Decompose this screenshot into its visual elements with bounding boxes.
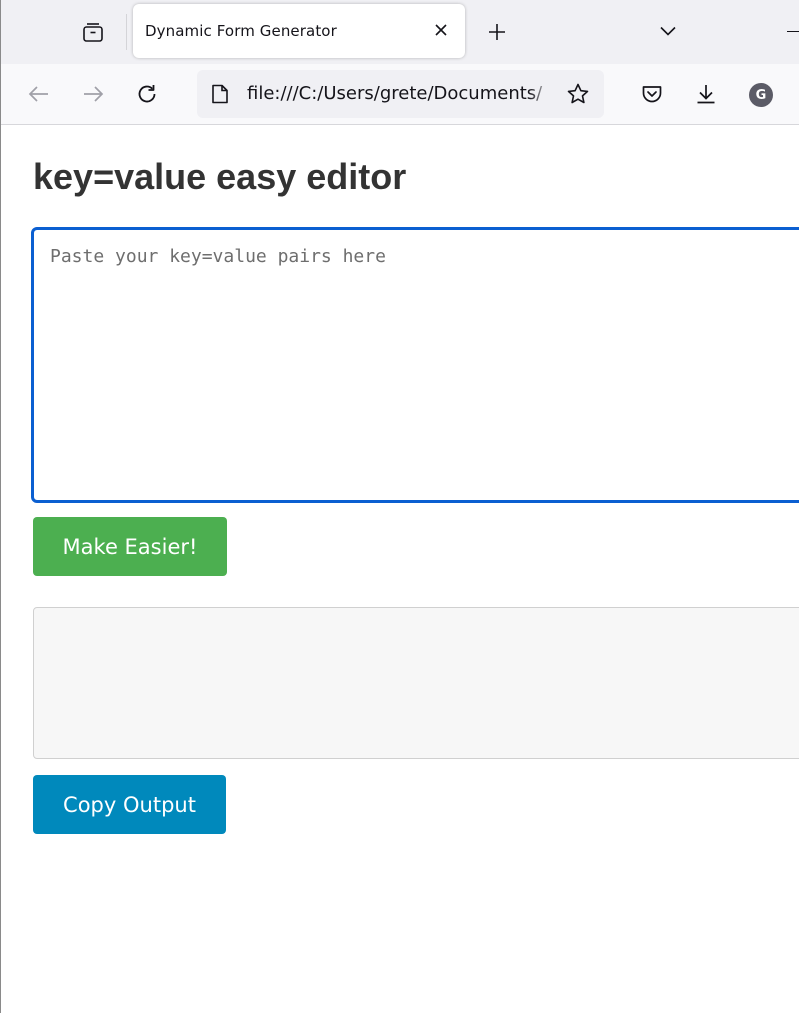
make-easier-button[interactable]: Make Easier! <box>33 517 227 576</box>
page-title: key=value easy editor <box>33 156 407 197</box>
key-value-input[interactable] <box>31 227 799 503</box>
reload-icon[interactable] <box>133 80 161 108</box>
tab-title: Dynamic Form Generator <box>145 22 337 40</box>
avatar[interactable]: G <box>749 83 773 107</box>
page-content: key=value easy editor Make Easier! Copy … <box>1 125 799 1013</box>
page-icon <box>209 83 231 105</box>
tab-strip: Dynamic Form Generator <box>1 0 799 64</box>
copy-output-button[interactable]: Copy Output <box>33 775 226 834</box>
url-text[interactable]: file:///C:/Users/grete/Documents/ <box>247 83 553 104</box>
tab-active[interactable]: Dynamic Form Generator <box>133 4 465 58</box>
pocket-icon[interactable] <box>639 81 665 107</box>
navigation-bar: file:///C:/Users/grete/Documents/ G <box>1 64 799 125</box>
arrow-right-icon[interactable] <box>79 80 107 108</box>
arrow-left-icon[interactable] <box>25 80 53 108</box>
firefox-view-icon[interactable] <box>80 19 106 45</box>
output-box[interactable] <box>33 607 799 759</box>
minimize-icon[interactable] <box>787 31 799 32</box>
chevron-down-icon[interactable] <box>657 20 679 42</box>
url-bar[interactable]: file:///C:/Users/grete/Documents/ <box>197 70 604 118</box>
tab-divider <box>126 14 127 50</box>
browser-window: Dynamic Form Generator file:///C:/Users/… <box>0 0 799 1013</box>
close-icon[interactable] <box>431 20 451 40</box>
star-icon[interactable] <box>566 82 590 106</box>
plus-icon[interactable] <box>485 20 509 44</box>
download-icon[interactable] <box>693 81 719 107</box>
